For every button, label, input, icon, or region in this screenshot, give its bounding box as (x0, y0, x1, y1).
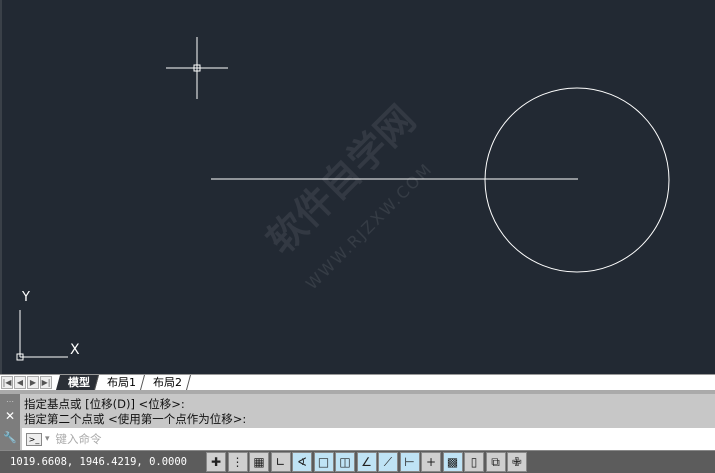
circle-entity (484, 87, 670, 273)
infer-constraints-icon: ✚ (210, 455, 222, 469)
snap-mode-icon: ⋮ (231, 455, 244, 469)
first-tab-button[interactable]: |◀ (1, 376, 13, 389)
transparency-toggle[interactable]: ▩ (442, 452, 463, 472)
lineweight-toggle[interactable]: + (421, 452, 441, 472)
quick-properties-icon: ▯ (470, 455, 478, 469)
wrench-icon[interactable]: 🔧 (0, 424, 20, 444)
grid-display-icon: ▦ (253, 455, 265, 469)
object-snap-tracking-icon: ∠ (361, 455, 372, 469)
dynamic-ucs-toggle[interactable]: ⟋ (378, 452, 398, 472)
crosshair-cursor-icon (166, 37, 228, 99)
selection-cycling-icon: ⧉ (491, 455, 500, 469)
command-line-sidebar: ⋯ ✕ 🔧 (0, 394, 20, 450)
object-snap-toggle[interactable]: □ (313, 452, 334, 472)
drag-handle[interactable]: ⋯ (0, 394, 20, 409)
ucs-y-label: Y (22, 290, 30, 305)
dynamic-ucs-icon: ⟋ (383, 455, 393, 469)
object-snap-icon: □ (317, 455, 330, 469)
dynamic-input-icon: ⊢ (404, 455, 415, 469)
layout-tabs: |◀ ◀ ▶ ▶| 模型 布局1 布局2 (0, 374, 715, 390)
object-snap-tracking-toggle[interactable]: ∠ (356, 452, 377, 472)
command-placeholder: 键入命令 (55, 432, 102, 446)
snap-mode-toggle[interactable]: ⋮ (227, 452, 248, 472)
infer-constraints-toggle[interactable]: ✚ (206, 452, 226, 472)
command-line: ⋯ ✕ 🔧 指定基点或 [位移(D)] <位移>: 指定第二个点或 <使用第一个… (0, 394, 715, 450)
prev-tab-button[interactable]: ◀ (14, 376, 26, 389)
3d-object-snap-icon: ◫ (339, 455, 351, 469)
close-icon[interactable]: ✕ (0, 409, 20, 424)
selection-cycling-toggle[interactable]: ⧉ (485, 452, 506, 472)
polar-tracking-toggle[interactable]: ∢ (292, 452, 312, 472)
transparency-icon: ▩ (446, 455, 459, 469)
tab-label: 布局1 (107, 376, 136, 389)
last-tab-button[interactable]: ▶| (40, 376, 52, 389)
ortho-mode-icon: ∟ (275, 455, 286, 469)
3d-object-snap-toggle[interactable]: ◫ (335, 452, 355, 472)
tab-layout2[interactable]: 布局2 (140, 375, 192, 390)
command-history-line: 指定基点或 [位移(D)] <位移>: (24, 397, 185, 411)
coordinate-readout: 1019.6608, 1946.4219, 0.0000 (10, 456, 188, 468)
tab-label: 布局2 (153, 376, 182, 389)
quick-properties-toggle[interactable]: ▯ (464, 452, 484, 472)
ucs-icon (16, 310, 68, 361)
next-tab-button[interactable]: ▶ (27, 376, 39, 389)
command-input[interactable]: >_ ▾ 键入命令 (22, 428, 715, 450)
chevron-down-icon[interactable]: ▾ (45, 434, 50, 444)
tab-layout1[interactable]: 布局1 (94, 375, 146, 390)
ucs-x-label: X (70, 342, 80, 358)
status-bar: 1019.6608, 1946.4219, 0.0000 ✚ ⋮ ▦ ∟ ∢ □ ◫ ∠ ⟋ ⊢ +… (0, 450, 715, 473)
ortho-mode-toggle[interactable]: ∟ (270, 452, 291, 472)
tab-model[interactable]: 模型 (55, 375, 100, 390)
dynamic-input-toggle[interactable]: ⊢ (399, 452, 420, 472)
command-history-line: 指定第二个点或 <使用第一个点作为位移>: (24, 412, 247, 426)
lineweight-icon: + (425, 455, 437, 469)
annotation-monitor-toggle[interactable]: ✙ (507, 452, 527, 472)
drawing-canvas[interactable]: Y X 软件自学网 WWW.RJZXW.COM (0, 0, 715, 374)
polar-tracking-icon: ∢ (296, 455, 308, 469)
command-prompt-icon[interactable]: >_ (26, 432, 42, 446)
grid-display-toggle[interactable]: ▦ (249, 452, 269, 472)
annotation-monitor-icon: ✙ (511, 455, 523, 469)
tab-label: 模型 (68, 376, 90, 389)
